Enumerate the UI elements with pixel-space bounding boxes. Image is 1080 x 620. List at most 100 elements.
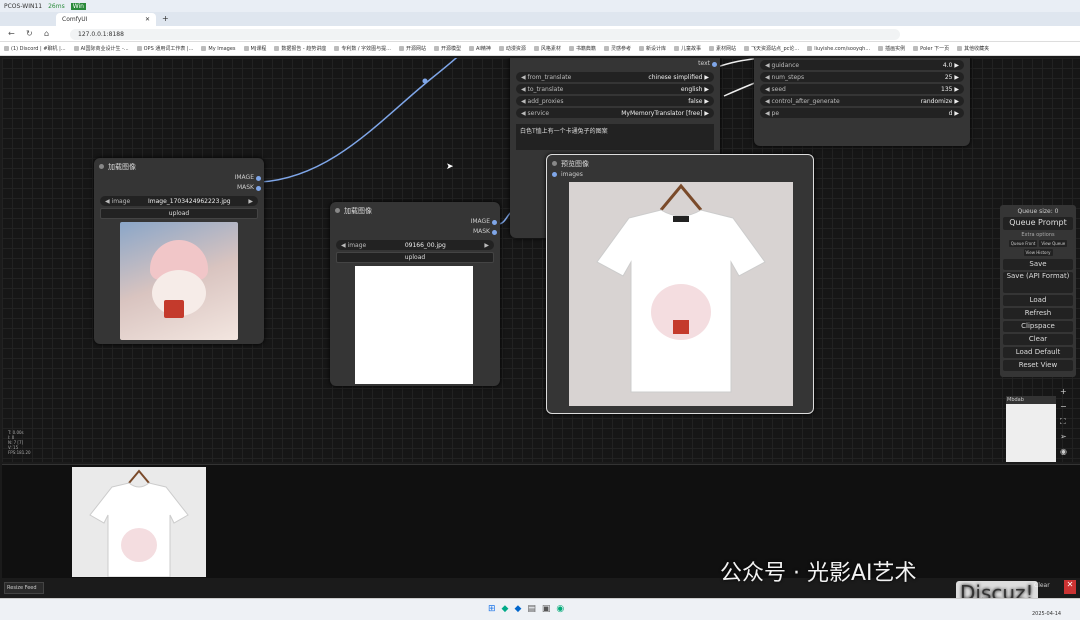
- node-title: 加载图像: [344, 207, 372, 215]
- bookmark-item[interactable]: 飞天资源站点_pc论...: [744, 45, 799, 52]
- close-icon[interactable]: ✕: [145, 16, 150, 23]
- widget-label: service: [527, 109, 550, 117]
- zoom-in-icon[interactable]: +: [1060, 384, 1067, 399]
- combo-value: Image_1703424962223.jpg: [148, 197, 231, 205]
- bookmark-item[interactable]: 风格素材: [534, 45, 561, 52]
- reset-view-button[interactable]: Reset View: [1003, 360, 1073, 371]
- minimap[interactable]: Mbdab: [1006, 396, 1056, 462]
- widget-guidance[interactable]: ◀ guidance 4.0 ▶: [760, 60, 964, 70]
- os-titlebar: PCOS-WIN11 26ms Win: [0, 0, 1080, 12]
- new-tab-icon[interactable]: +: [162, 14, 169, 23]
- output-image[interactable]: IMAGE: [330, 218, 500, 228]
- widget-add-proxies[interactable]: ◀ add_proxies false ▶: [516, 96, 714, 106]
- app-icon-2[interactable]: ◆: [514, 604, 521, 614]
- preview-image-node[interactable]: 预览图像 images: [546, 154, 814, 414]
- collapse-dot[interactable]: [552, 161, 557, 166]
- widget-from-translate[interactable]: ◀ from_translate chinese simplified ▶: [516, 72, 714, 82]
- save-button[interactable]: Save: [1003, 259, 1073, 270]
- bookmark-item[interactable]: 专利数 / 字效图与提...: [334, 45, 391, 52]
- output-text[interactable]: text: [510, 60, 720, 70]
- home-icon[interactable]: ⌂: [44, 29, 49, 38]
- app-icon-1[interactable]: ◆: [502, 604, 509, 614]
- load-default-button[interactable]: Load Default: [1003, 347, 1073, 358]
- os-taskbar: ⊞ ◆ ◆ ▤ ▣ ◉ 2025-04-14: [0, 598, 1080, 620]
- bookmark-item[interactable]: 书籍典籍: [569, 45, 596, 52]
- bookmark-item[interactable]: Poler 下一页: [913, 45, 949, 52]
- refresh-button[interactable]: Refresh: [1003, 308, 1073, 319]
- bookmark-item[interactable]: 插画实例: [878, 45, 905, 52]
- bookmark-item[interactable]: liuyishe.com/sooyqh...: [807, 46, 870, 52]
- tab-comfyui[interactable]: ComfyUI ✕: [56, 13, 156, 26]
- resize-feed-button[interactable]: Resize Feed: [4, 582, 44, 594]
- bookmark-item[interactable]: 开源网站: [399, 45, 426, 52]
- bookmark-item[interactable]: OPS 通用词工作表 |...: [137, 45, 194, 52]
- reload-icon[interactable]: ↻: [26, 29, 33, 38]
- widget-to-translate[interactable]: ◀ to_translate english ▶: [516, 84, 714, 94]
- bookmark-item[interactable]: (1) Discord | #聊机 |...: [4, 45, 66, 52]
- prompt-textarea[interactable]: 白色T恤上有一个卡通兔子的图案: [516, 124, 714, 150]
- minimap-label: Mbdab: [1006, 396, 1056, 404]
- extra-options-checkbox[interactable]: Extra options: [1000, 232, 1076, 238]
- tab-title: ComfyUI: [62, 16, 88, 23]
- save-api-format-button[interactable]: Save (API Format): [1003, 272, 1073, 293]
- pointer-icon[interactable]: ➢: [1060, 429, 1067, 444]
- load-image-node-1[interactable]: 加载图像 IMAGE MASK ◀ image Image_17034249622…: [94, 158, 264, 344]
- os-profile: PCOS-WIN11: [4, 2, 43, 10]
- node-canvas[interactable]: 加载图像 IMAGE MASK ◀ image Image_17034249622…: [2, 58, 1080, 462]
- eye-icon[interactable]: ◉: [1060, 444, 1067, 459]
- collapse-dot[interactable]: [99, 164, 104, 169]
- view-history-button[interactable]: View History: [1023, 249, 1053, 256]
- collapse-dot[interactable]: [335, 208, 340, 213]
- bookmark-item[interactable]: 开源模型: [434, 45, 461, 52]
- bookmark-item[interactable]: MJ课程: [244, 45, 267, 52]
- feed-thumbnail[interactable]: [72, 467, 206, 578]
- bookmark-item[interactable]: 儿童故事: [674, 45, 701, 52]
- node-title: 预览图像: [561, 160, 589, 168]
- load-button[interactable]: Load: [1003, 295, 1073, 306]
- image-combo[interactable]: ◀ image 09166_00.jpg ▶: [336, 240, 494, 250]
- widget-service[interactable]: ◀ service MyMemoryTranslator [free] ▶: [516, 108, 714, 118]
- upload-button[interactable]: upload: [336, 252, 494, 263]
- bookmark-item[interactable]: 动漫资源: [499, 45, 526, 52]
- link-wire-image: [259, 58, 458, 183]
- back-icon[interactable]: ←: [8, 29, 15, 38]
- widget-seed[interactable]: ◀ seed 135 ▶: [760, 84, 964, 94]
- sampler-node[interactable]: ◀ guidance 4.0 ▶ ◀ num_steps 25 ▶ ◀ seed 135 …: [754, 58, 970, 146]
- widget-control-after-generate[interactable]: ◀ control_after_generate randomize ▶: [760, 96, 964, 106]
- zoom-out-icon[interactable]: −: [1060, 399, 1067, 414]
- bookmark-item[interactable]: 灵感参考: [604, 45, 631, 52]
- view-queue-button[interactable]: View Queue: [1039, 240, 1068, 247]
- queue-prompt-button[interactable]: Queue Prompt: [1003, 217, 1073, 230]
- url-input[interactable]: 127.0.0.1:8188: [70, 29, 900, 40]
- app-icon-3[interactable]: ▤: [527, 604, 536, 614]
- output-mask[interactable]: MASK: [330, 228, 500, 238]
- widget-value: 135: [941, 85, 953, 93]
- close-feed-icon[interactable]: ✕: [1064, 580, 1076, 594]
- red-envelope: [164, 300, 184, 318]
- bookmark-item[interactable]: 其他收藏夹: [957, 45, 989, 52]
- bookmark-item[interactable]: 数据报告 - 趋势讲座: [274, 45, 326, 52]
- combo-value: 09166_00.jpg: [404, 241, 446, 249]
- widget-value: randomize: [920, 97, 953, 105]
- input-images[interactable]: images: [547, 171, 813, 178]
- output-mask[interactable]: MASK: [94, 184, 264, 194]
- image-combo[interactable]: ◀ image Image_1703424962223.jpg ▶: [100, 196, 258, 206]
- app-icon-4[interactable]: ▣: [542, 604, 551, 614]
- bookmark-item[interactable]: My Images: [201, 46, 235, 52]
- edge-icon[interactable]: ◉: [556, 604, 564, 614]
- queue-size: Queue size: 0: [1017, 208, 1059, 215]
- bookmark-item[interactable]: AI精神: [469, 45, 491, 52]
- widget-num-steps[interactable]: ◀ num_steps 25 ▶: [760, 72, 964, 82]
- queue-front-button[interactable]: Queue Front: [1008, 240, 1038, 247]
- fit-view-icon[interactable]: ⛶: [1060, 414, 1067, 429]
- clear-button[interactable]: Clear: [1003, 334, 1073, 345]
- load-image-node-2[interactable]: 加载图像 IMAGE MASK ◀ image 09166_00.jpg ▶ upl…: [330, 202, 500, 386]
- bookmark-item[interactable]: 素材网站: [709, 45, 736, 52]
- output-image[interactable]: IMAGE: [94, 174, 264, 184]
- bookmark-item[interactable]: AI国际商业设计生 -...: [74, 45, 129, 52]
- clipspace-button[interactable]: Clipspace: [1003, 321, 1073, 332]
- upload-button[interactable]: upload: [100, 208, 258, 219]
- windows-start-icon[interactable]: ⊞: [488, 604, 496, 614]
- widget-pe[interactable]: ◀ pe d ▶: [760, 108, 964, 118]
- bookmark-item[interactable]: 新设计库: [639, 45, 666, 52]
